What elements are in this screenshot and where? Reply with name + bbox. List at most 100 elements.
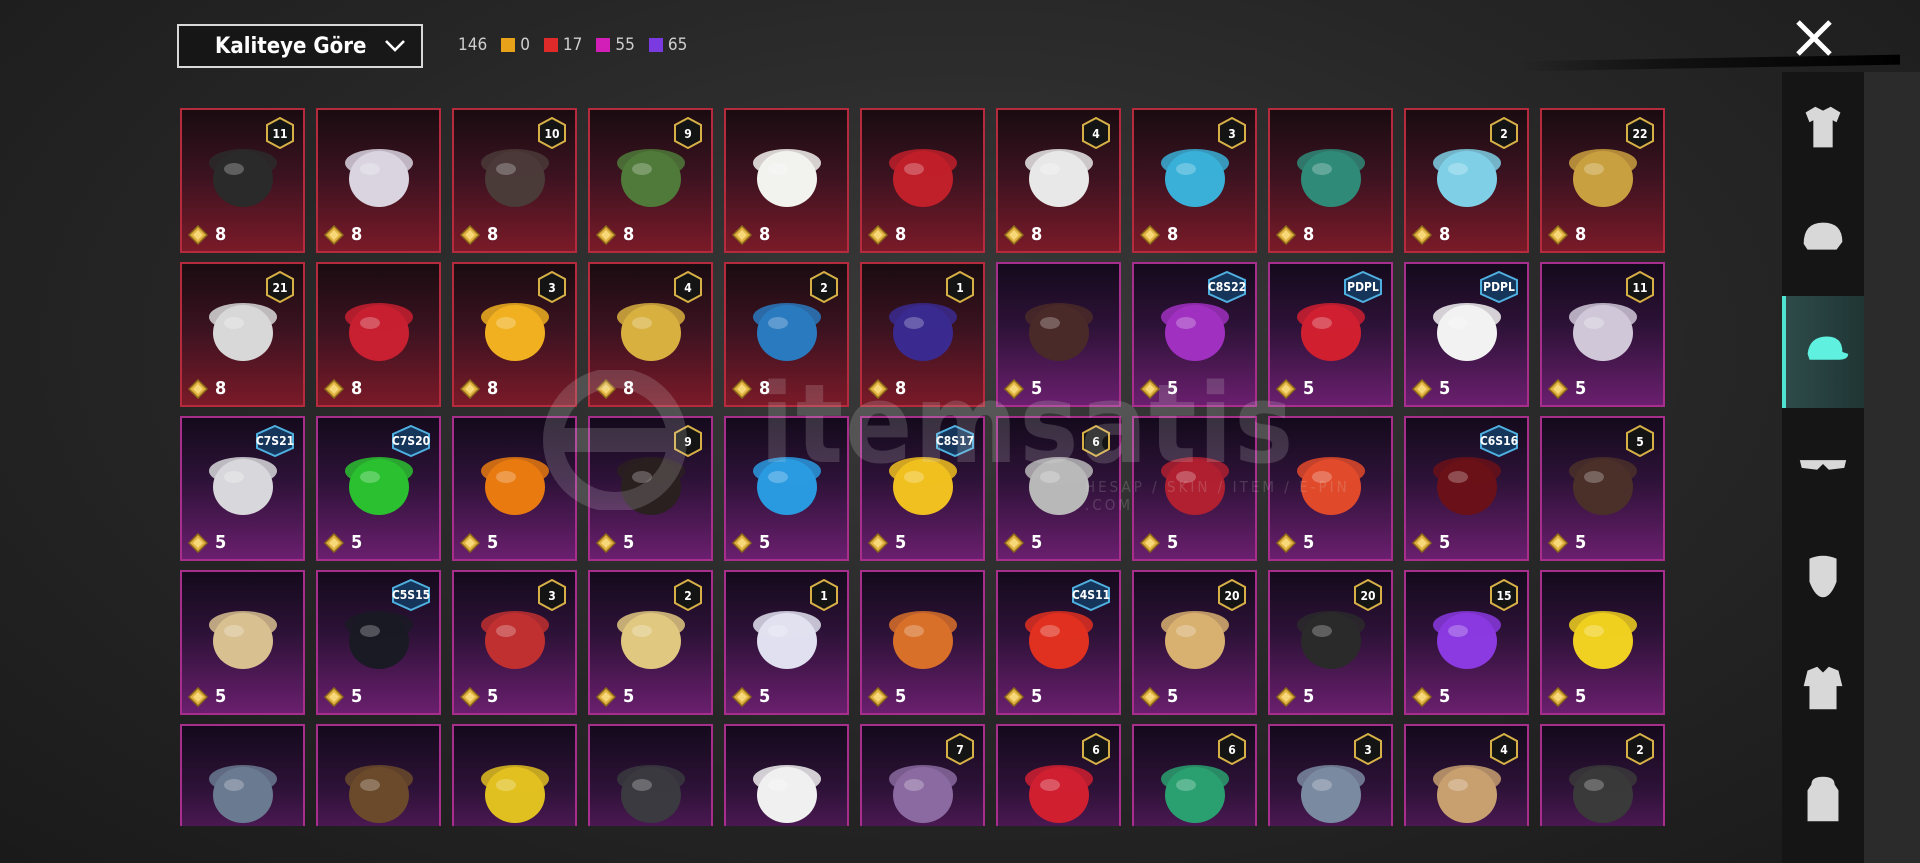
badge-label: 2 [820,281,828,295]
season-badge: C8S22 [1208,270,1246,304]
level-badge: 10 [538,116,566,150]
season-badge: PDPL [1480,270,1518,304]
item-card[interactable]: C4S11 5 [996,570,1121,715]
item-price: 8 [1276,224,1314,245]
item-card[interactable] [724,724,849,826]
item-card[interactable]: C6S16 5 [1404,416,1529,561]
item-card[interactable]: C8S22 5 [1132,262,1257,407]
level-badge: 7 [946,732,974,766]
coin-icon [1004,378,1024,399]
item-card[interactable]: C5S15 5 [316,570,441,715]
item-card[interactable]: C7S21 5 [180,416,305,561]
item-card[interactable]: 11 8 [180,108,305,253]
price-value: 5 [1439,378,1451,399]
item-card[interactable] [180,724,305,826]
item-card[interactable]: 3 [1268,724,1393,826]
item-card[interactable] [316,724,441,826]
sidebar-mask-tab[interactable] [1782,520,1864,632]
price-value: 8 [215,224,227,245]
item-card[interactable]: PDPL 5 [1268,262,1393,407]
item-card[interactable]: 5 [1132,416,1257,561]
item-card[interactable]: 8 [316,108,441,253]
item-card[interactable]: 35 [452,570,577,715]
item-card[interactable]: 28 [724,262,849,407]
item-price: 8 [596,224,634,245]
badge-label: C7S20 [392,434,430,448]
badge-label: 21 [272,281,287,295]
item-card[interactable]: 5 [180,570,305,715]
item-card[interactable]: 22 8 [1540,108,1665,253]
item-card[interactable]: C7S20 5 [316,416,441,561]
red-scarf-mask-icon [1160,456,1229,515]
sidebar-hat-tab[interactable] [1782,296,1864,408]
item-price: 8 [868,378,906,399]
epic-square-icon [596,38,611,52]
item-card[interactable] [588,724,713,826]
coin-icon [868,686,888,707]
item-card[interactable]: 6 [1132,724,1257,826]
close-icon[interactable] [1792,16,1836,60]
sort-dropdown-label: Kaliteye Göre [215,33,367,59]
outfit-icon [1805,106,1841,148]
coin-icon [1548,532,1568,553]
item-card[interactable]: 38 [452,262,577,407]
item-card[interactable]: 2 [1540,724,1665,826]
item-card[interactable] [452,724,577,826]
item-card[interactable]: 38 [1132,108,1257,253]
coin-icon [1140,378,1160,399]
item-card[interactable]: 20 5 [1132,570,1257,715]
item-card[interactable]: 8 [724,108,849,253]
price-value: 5 [487,532,499,553]
item-card[interactable]: 20 5 [1268,570,1393,715]
item-card[interactable]: 18 [860,262,985,407]
item-card[interactable]: 15 5 [1404,570,1529,715]
sort-dropdown[interactable]: Kaliteye Göre [177,24,423,68]
item-card[interactable]: 5 [452,416,577,561]
coin-icon [1004,224,1024,245]
item-card[interactable]: 98 [588,108,713,253]
item-price: 5 [460,532,498,553]
item-card[interactable]: 95 [588,416,713,561]
item-card[interactable]: 65 [996,416,1121,561]
sidebar-backpack-tab[interactable] [1782,744,1864,856]
item-card[interactable]: 7 [860,724,985,826]
item-card[interactable]: 28 [1404,108,1529,253]
item-card[interactable]: 48 [588,262,713,407]
item-card[interactable]: 15 [724,570,849,715]
sidebar-eyewear-tab[interactable] [1782,408,1864,520]
season-badge: C7S21 [256,424,294,458]
sidebar-top-tab[interactable] [1782,632,1864,744]
item-card[interactable]: 5 [1268,416,1393,561]
coin-icon [1412,224,1432,245]
level-badge: 20 [1218,578,1246,612]
item-card[interactable]: 5 [1540,570,1665,715]
item-card[interactable]: 5 [860,570,985,715]
item-card[interactable]: C8S17 5 [860,416,985,561]
item-price: 5 [324,532,362,553]
item-card[interactable]: 11 5 [1540,262,1665,407]
coin-icon [1548,378,1568,399]
rare-square-icon [648,38,663,52]
shirt-icon [1803,666,1843,710]
price-value: 8 [895,224,907,245]
item-card[interactable]: 10 8 [452,108,577,253]
price-value: 5 [215,532,227,553]
coin-icon [188,224,208,245]
item-card[interactable]: PDPL 5 [1404,262,1529,407]
item-card[interactable]: 25 [588,570,713,715]
price-value: 5 [1031,686,1043,707]
sidebar-outfit-tab[interactable] [1782,72,1864,184]
item-card[interactable]: 4 [1404,724,1529,826]
item-card[interactable]: 21 8 [180,262,305,407]
item-card[interactable]: 8 [1268,108,1393,253]
item-card[interactable]: 5 [724,416,849,561]
item-card[interactable]: 8 [316,262,441,407]
item-card[interactable]: 55 [1540,416,1665,561]
sidebar-helmet-tab[interactable] [1782,184,1864,296]
item-card[interactable]: 6 [996,724,1121,826]
price-value: 8 [1167,224,1179,245]
coin-icon [596,224,616,245]
item-card[interactable]: 8 [860,108,985,253]
item-card[interactable]: 5 [996,262,1121,407]
item-card[interactable]: 48 [996,108,1121,253]
